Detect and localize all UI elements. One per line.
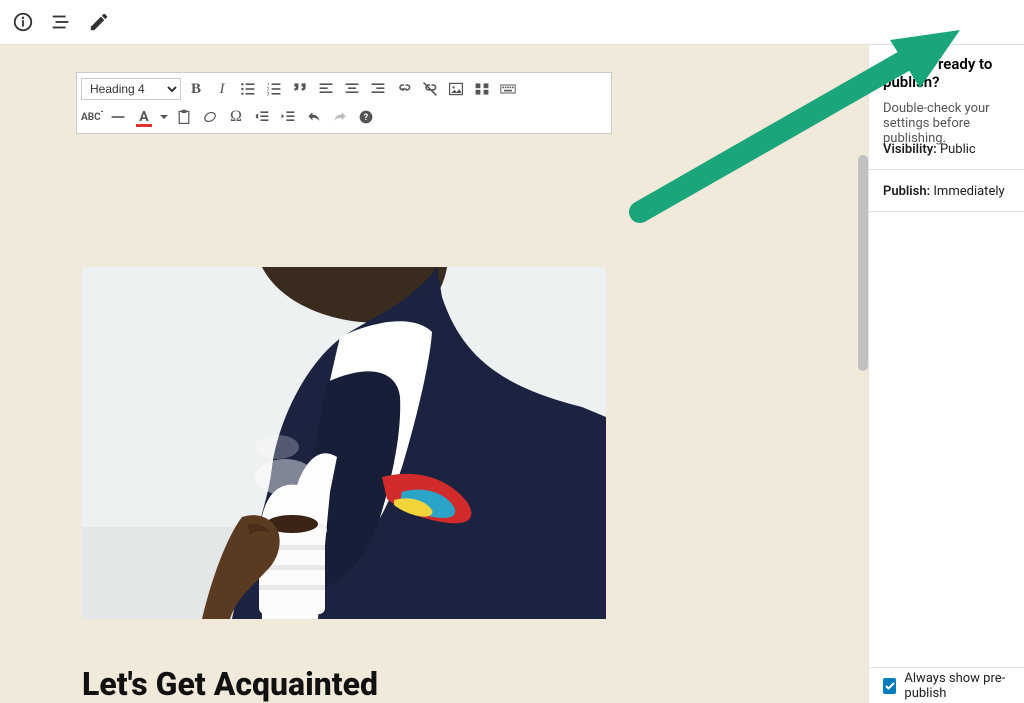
heading-dropdown[interactable]: Heading 4 — [81, 78, 181, 100]
paste-button[interactable] — [173, 106, 195, 128]
undo-button[interactable] — [303, 106, 325, 128]
visibility-label: Visibility: — [883, 142, 937, 157]
text-color-button[interactable]: A — [133, 106, 155, 128]
italic-button[interactable]: I — [211, 78, 233, 100]
hero-image[interactable] — [82, 267, 606, 619]
keyboard-button[interactable] — [497, 78, 519, 100]
editor-topbar — [0, 0, 1024, 45]
scrollbar-thumb[interactable] — [858, 155, 868, 371]
outdent-button[interactable] — [251, 106, 273, 128]
numbered-list-button[interactable]: 123 — [263, 78, 285, 100]
bullet-list-button[interactable] — [237, 78, 259, 100]
publish-sidebar: Publish Are you ready to publish? Double… — [868, 0, 1024, 703]
info-icon[interactable] — [12, 11, 34, 33]
classic-toolbar: Heading 4 B I 123 ABC A — [76, 72, 612, 134]
hr-button[interactable] — [107, 106, 129, 128]
blockquote-button[interactable] — [289, 78, 311, 100]
unlink-button[interactable] — [419, 78, 441, 100]
prepublish-title: Are you ready to publish? — [883, 55, 1014, 91]
insert-image-button[interactable] — [445, 78, 467, 100]
help-button[interactable]: ? — [355, 106, 377, 128]
outline-icon[interactable] — [50, 11, 72, 33]
publish-time-value: Immediately — [933, 184, 1004, 199]
prepublish-footer: Always show pre-publish — [869, 667, 1024, 703]
content-heading[interactable]: Let's Get Acquainted — [82, 665, 378, 703]
text-color-dropdown[interactable] — [159, 106, 169, 128]
always-show-checkbox[interactable] — [883, 678, 896, 694]
align-center-button[interactable] — [341, 78, 363, 100]
publish-time-row[interactable]: Publish: Immediately — [869, 172, 1024, 212]
align-left-button[interactable] — [315, 78, 337, 100]
align-right-button[interactable] — [367, 78, 389, 100]
redo-button[interactable] — [329, 106, 351, 128]
clear-format-button[interactable] — [199, 106, 221, 128]
svg-text:3: 3 — [267, 91, 270, 97]
tadv-button[interactable] — [471, 78, 493, 100]
indent-button[interactable] — [277, 106, 299, 128]
svg-text:?: ? — [364, 113, 369, 123]
strikethrough-button[interactable]: ABC — [81, 106, 103, 128]
editor-canvas[interactable]: Heading 4 B I 123 ABC A — [0, 45, 868, 703]
pencil-icon[interactable] — [88, 11, 110, 33]
special-char-button[interactable]: Ω — [225, 106, 247, 128]
bold-button[interactable]: B — [185, 78, 207, 100]
visibility-row[interactable]: Visibility: Public — [869, 130, 1024, 170]
visibility-value: Public — [940, 142, 976, 157]
publish-time-label: Publish: — [883, 184, 930, 199]
link-button[interactable] — [393, 78, 415, 100]
always-show-label: Always show pre-publish — [904, 671, 1024, 701]
